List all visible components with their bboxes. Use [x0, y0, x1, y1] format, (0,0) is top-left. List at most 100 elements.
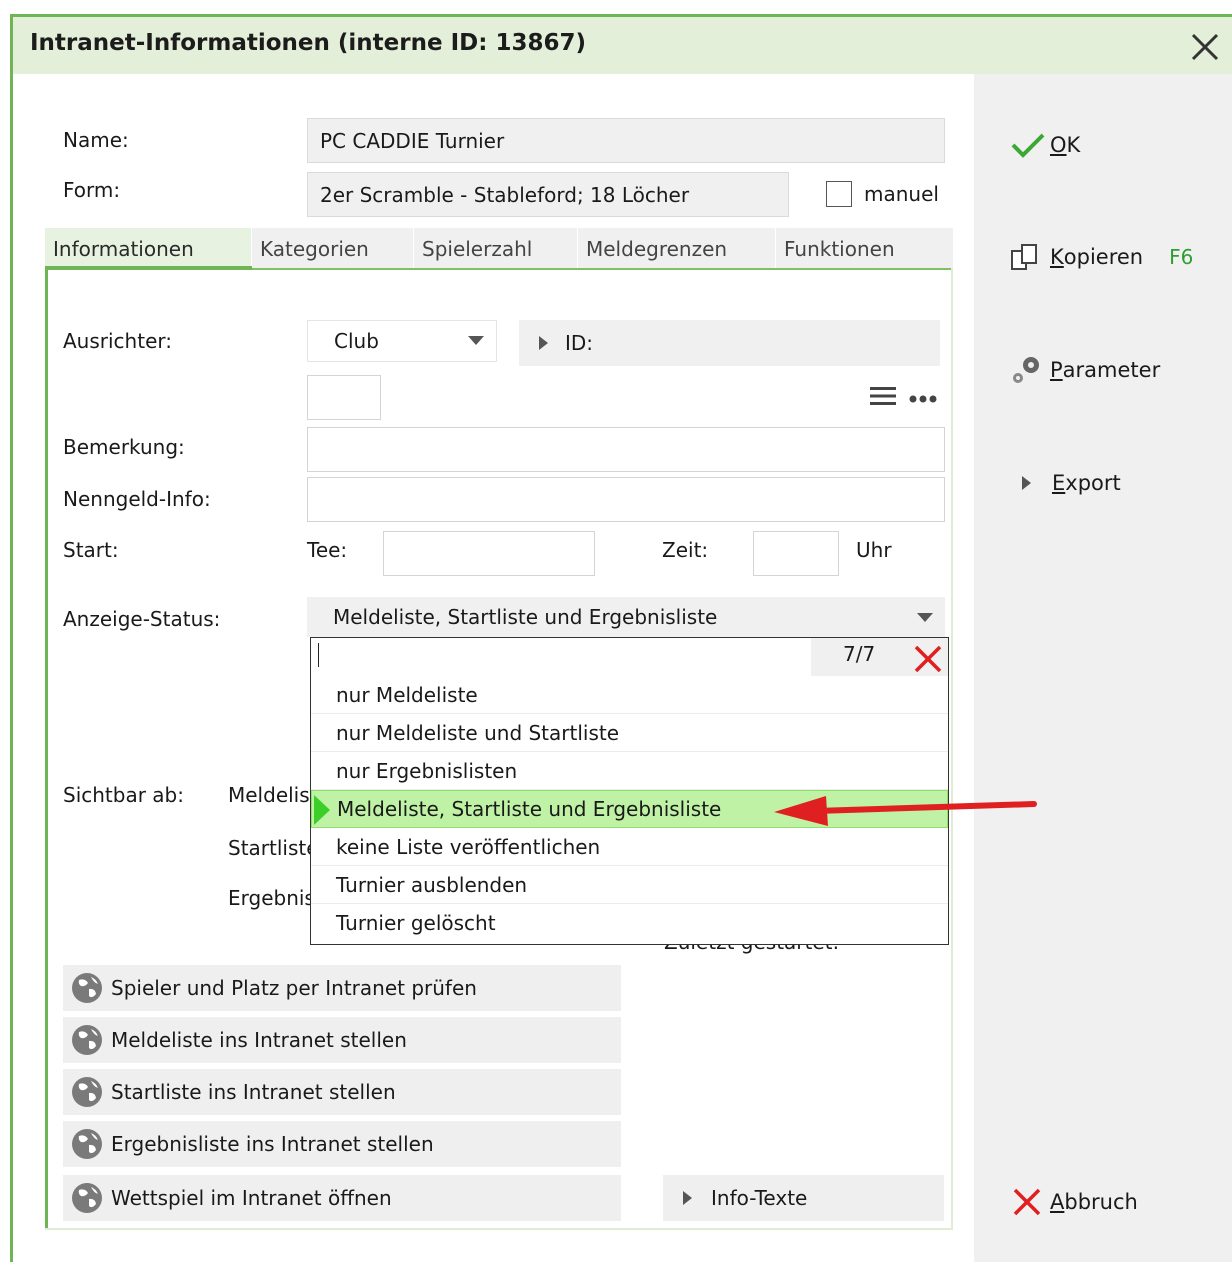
tee-input[interactable] [383, 531, 595, 576]
tab-label: Meldegrenzen [586, 237, 728, 261]
close-icon[interactable] [1188, 30, 1222, 64]
button-label: Ergebnisliste ins Intranet stellen [111, 1132, 434, 1156]
id-label: ID: [565, 331, 594, 355]
dropdown-option[interactable]: nur Meldeliste und Startliste [311, 714, 948, 752]
ok-mnemonic: O [1050, 133, 1067, 157]
dropdown-option[interactable]: Turnier gelöscht [311, 904, 948, 942]
caret-right-icon [683, 1191, 692, 1205]
tab-label: Kategorien [260, 237, 369, 261]
bemerkung-input[interactable] [307, 427, 945, 472]
text-cursor [318, 643, 319, 667]
tab-label: Informationen [53, 237, 194, 261]
button-label: Spieler und Platz per Intranet prüfen [111, 976, 477, 1000]
info-texte-expander[interactable]: Info-Texte [663, 1175, 944, 1221]
ausrichter-value: Club [334, 329, 379, 353]
globe-icon [72, 1129, 102, 1159]
option-label: Turnier ausblenden [336, 872, 528, 897]
dropdown-count: 7/7 [843, 642, 876, 666]
tab-label: Funktionen [784, 237, 895, 261]
parameter-button[interactable]: Parameter [1010, 353, 1160, 387]
clear-filter-icon[interactable] [913, 644, 943, 674]
abbruch-mnemonic: A [1050, 1190, 1065, 1214]
name-label: Name: [63, 128, 129, 152]
ausrichter-select[interactable]: Club [307, 320, 497, 362]
gear-icon [1013, 357, 1039, 383]
meldeliste-date-label: Meldelis [228, 783, 310, 807]
open-wettspiel-button[interactable]: Wettspiel im Intranet öffnen [63, 1175, 621, 1221]
name-field[interactable]: PC CADDIE Turnier [307, 118, 945, 163]
ok-button[interactable]: OK [1010, 128, 1080, 162]
abbruch-button[interactable]: Abbruch [1012, 1185, 1138, 1219]
form-label: Form: [63, 178, 121, 202]
manual-label: manuel [864, 182, 939, 206]
sichtbar-ab-label: Sichtbar ab: [63, 783, 184, 807]
tab-informationen[interactable]: Informationen [45, 228, 252, 270]
parameter-mnemonic: P [1050, 358, 1063, 382]
nenngeld-input[interactable] [307, 477, 945, 522]
panel-border-bottom [45, 1228, 953, 1230]
dropdown-option[interactable]: nur Meldeliste [311, 676, 948, 714]
more-icon[interactable] [908, 394, 938, 404]
window-frame-left [10, 74, 13, 1262]
id-expander[interactable]: ID: [519, 320, 940, 366]
button-label: Startliste ins Intranet stellen [111, 1080, 396, 1104]
export-label: xport [1065, 471, 1121, 495]
startliste-date-label: Startliste [228, 836, 319, 860]
tab-funktionen[interactable]: Funktionen [776, 228, 954, 270]
option-label: keine Liste veröffentlichen [336, 834, 601, 859]
tab-spielerzahl[interactable]: Spielerzahl [414, 228, 578, 270]
check-player-course-button[interactable]: Spieler und Platz per Intranet prüfen [63, 965, 621, 1011]
form-field[interactable]: 2er Scramble - Stableford; 18 Löcher [307, 172, 789, 217]
parameter-label: arameter [1062, 358, 1161, 382]
tab-label: Spielerzahl [422, 237, 533, 261]
abbruch-label: bbruch [1064, 1190, 1138, 1214]
tab-meldegrenzen[interactable]: Meldegrenzen [578, 228, 776, 270]
panel-border-right [951, 268, 953, 1230]
publish-startliste-button[interactable]: Startliste ins Intranet stellen [63, 1069, 621, 1115]
anzeige-status-value: Meldeliste, Startliste und Ergebnisliste [333, 605, 718, 629]
publish-ergebnisliste-button[interactable]: Ergebnisliste ins Intranet stellen [63, 1121, 621, 1167]
red-arrow-annotation [774, 796, 1037, 826]
option-label: nur Meldeliste und Startliste [336, 720, 620, 745]
option-label: nur Meldeliste [336, 682, 478, 707]
export-expander[interactable]: Export [1022, 466, 1121, 500]
publish-meldeliste-button[interactable]: Meldeliste ins Intranet stellen [63, 1017, 621, 1063]
chevron-down-icon [468, 336, 484, 345]
dropdown-option[interactable]: Turnier ausblenden [311, 866, 948, 904]
name-value: PC CADDIE Turnier [320, 128, 505, 153]
tab-kategorien[interactable]: Kategorien [252, 228, 414, 270]
uhr-label: Uhr [856, 538, 892, 562]
zeit-input[interactable] [753, 531, 839, 576]
menu-icon[interactable] [870, 386, 896, 406]
globe-icon [72, 1025, 102, 1055]
selected-marker-icon [314, 795, 330, 825]
option-label: nur Ergebnislisten [336, 758, 518, 783]
dropdown-search-input[interactable] [311, 638, 811, 676]
anzeige-status-select[interactable]: Meldeliste, Startliste und Ergebnisliste [307, 597, 945, 637]
start-label: Start: [63, 538, 119, 562]
dropdown-option[interactable]: nur Ergebnislisten [311, 752, 948, 790]
globe-icon [72, 1183, 102, 1213]
kopieren-label: opieren [1063, 245, 1144, 269]
globe-icon [72, 973, 102, 1003]
panel-border-left [45, 268, 48, 1230]
nenngeld-label: Nenngeld-Info: [63, 487, 211, 511]
ergebnis-date-label: Ergebnis [228, 886, 315, 910]
chevron-down-icon [917, 613, 933, 622]
copy-icon [1011, 244, 1037, 270]
option-label: Turnier gelöscht [336, 911, 496, 935]
export-mnemonic: E [1052, 471, 1066, 495]
kopieren-shortcut: F6 [1169, 245, 1194, 269]
cancel-icon [1013, 1188, 1041, 1216]
manual-checkbox[interactable] [826, 181, 852, 207]
dropdown-option[interactable]: keine Liste veröffentlichen [311, 828, 948, 866]
anzeige-status-label: Anzeige-Status: [63, 607, 221, 631]
button-label: Wettspiel im Intranet öffnen [111, 1186, 392, 1210]
ausrichter-label: Ausrichter: [63, 329, 172, 353]
form-value: 2er Scramble - Stableford; 18 Löcher [320, 182, 690, 207]
caret-right-icon [1022, 476, 1031, 490]
ausrichter-id-input[interactable] [307, 375, 381, 420]
kopieren-button[interactable]: Kopieren F6 [1010, 240, 1193, 274]
kopieren-mnemonic: K [1050, 245, 1064, 269]
globe-icon [72, 1077, 102, 1107]
